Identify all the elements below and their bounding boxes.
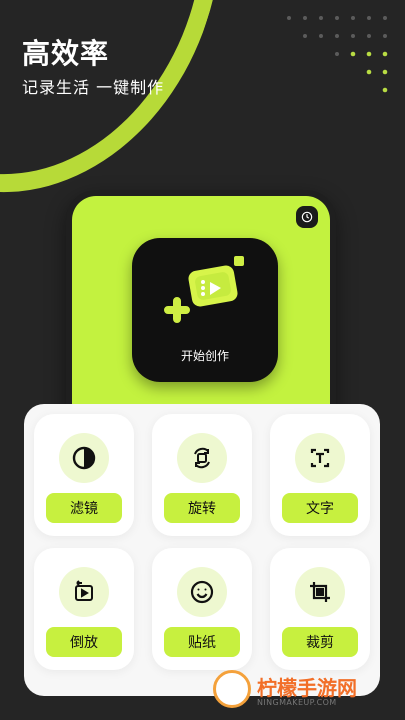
app-screen: 高效率 记录生活 一键制作 开始创作 滤镜 旋转 文字 倒放 贴纸 裁剪 柠檬手…	[0, 0, 405, 720]
rotate-button[interactable]: 旋转	[164, 493, 240, 523]
crop-button[interactable]: 裁剪	[282, 627, 358, 657]
tool-rotate[interactable]: 旋转	[152, 414, 252, 536]
watermark-lemon-icon	[213, 670, 251, 708]
filter-icon-wrap	[59, 433, 109, 483]
hero-title: 高效率	[22, 37, 110, 70]
rotate-icon-wrap	[177, 433, 227, 483]
start-create-label: 开始创作	[180, 349, 229, 363]
watermark-subtitle: NINGMAKEUP.COM	[257, 698, 337, 707]
filter-button[interactable]: 滤镜	[46, 493, 122, 523]
rotate-icon	[194, 447, 210, 469]
tool-sticker[interactable]: 贴纸	[152, 548, 252, 670]
clock-icon	[301, 211, 313, 223]
crop-icon-wrap	[295, 567, 345, 617]
sticker-button[interactable]: 贴纸	[164, 627, 240, 657]
hero-subtitle: 记录生活 一键制作	[22, 78, 165, 97]
tool-filter[interactable]: 滤镜	[34, 414, 134, 536]
tools-panel: 滤镜 旋转 文字 倒放 贴纸 裁剪	[24, 404, 380, 696]
create-video-icon	[164, 256, 244, 323]
watermark-title: 柠檬手游网	[257, 676, 357, 700]
reverse-play-icon	[75, 580, 93, 601]
text-icon-wrap	[295, 433, 345, 483]
text-button[interactable]: 文字	[282, 493, 358, 523]
reverse-icon-wrap	[59, 567, 109, 617]
sticker-icon-wrap	[177, 567, 227, 617]
tool-crop[interactable]: 裁剪	[270, 548, 370, 670]
tool-reverse[interactable]: 倒放	[34, 548, 134, 670]
start-create-button[interactable]: 开始创作	[132, 238, 278, 382]
tool-text[interactable]: 文字	[270, 414, 370, 536]
text-icon	[310, 448, 330, 468]
half-circle-icon	[72, 446, 96, 470]
watermark: 柠檬手游网 NINGMAKEUP.COM	[207, 670, 399, 710]
decorative-dots	[287, 16, 388, 93]
clock-button[interactable]	[296, 206, 318, 228]
crop-icon	[310, 582, 330, 602]
reverse-button[interactable]: 倒放	[46, 627, 122, 657]
smiley-icon	[190, 580, 214, 604]
